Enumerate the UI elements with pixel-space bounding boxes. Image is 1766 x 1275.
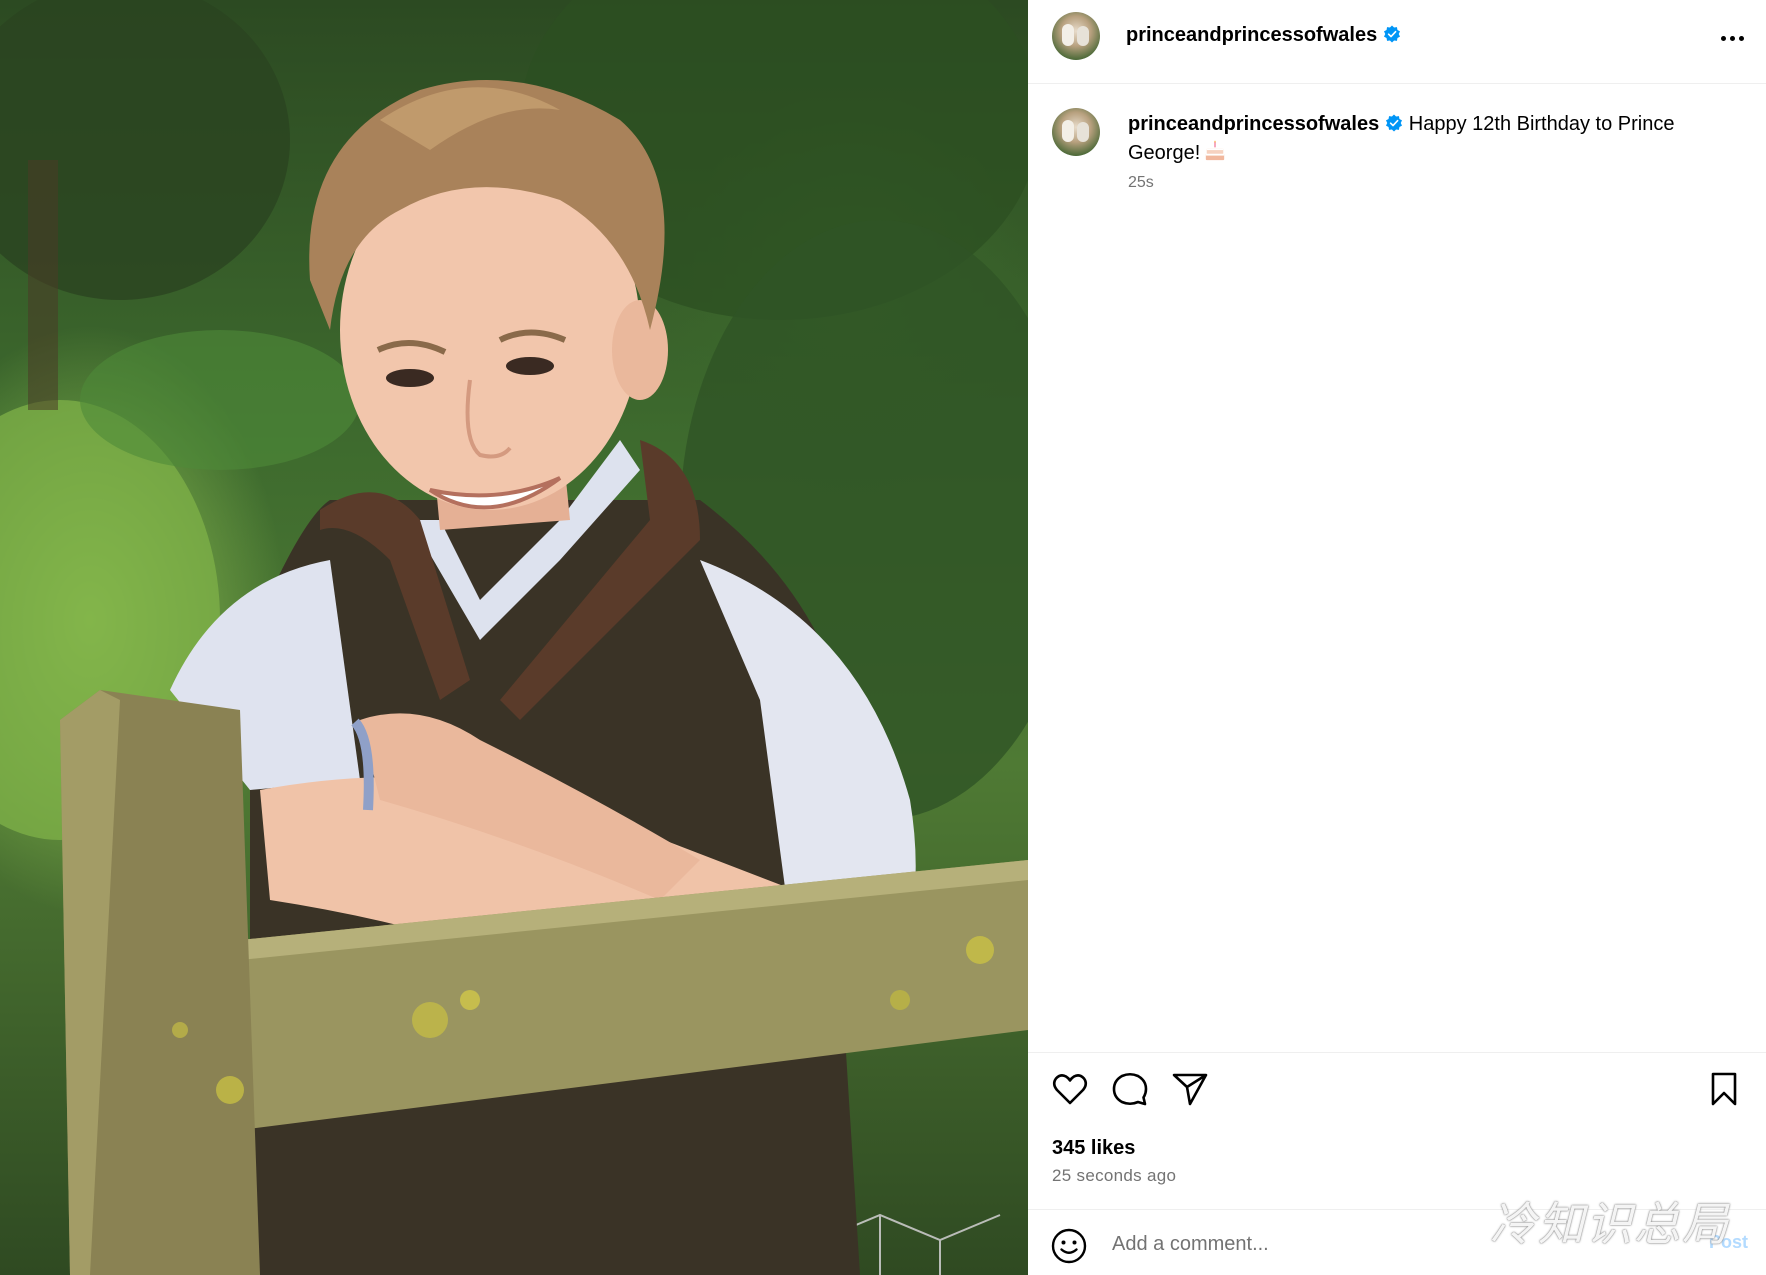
author-avatar[interactable] <box>1052 12 1100 60</box>
photo-illustration <box>0 0 1028 1275</box>
post-photo[interactable] <box>0 0 1028 1275</box>
heart-icon[interactable] <box>1050 1069 1090 1109</box>
watermark-text: 冷知识总局 <box>1490 1197 1730 1251</box>
author-username[interactable]: princeandprincessofwales <box>1126 24 1401 47</box>
caption-author-avatar[interactable] <box>1052 108 1100 156</box>
likes-count[interactable]: 345 likes <box>1052 1137 1135 1160</box>
paper-plane-icon[interactable] <box>1170 1069 1210 1109</box>
birthday-cake-icon <box>1206 140 1225 161</box>
author-username-text[interactable]: princeandprincessofwales <box>1126 24 1377 46</box>
caption-username[interactable]: princeandprincessofwales <box>1128 113 1379 135</box>
post-timestamp: 25 seconds ago <box>1052 1166 1177 1185</box>
verified-badge-icon <box>1384 25 1401 43</box>
verified-badge-icon <box>1386 114 1403 132</box>
more-options-icon[interactable] <box>1714 24 1750 52</box>
bookmark-icon[interactable] <box>1704 1069 1744 1109</box>
caption-timestamp[interactable]: 25s <box>1128 174 1154 192</box>
smiley-icon[interactable] <box>1050 1227 1088 1265</box>
action-bar: 345 likes 25 seconds ago <box>1028 1052 1766 1209</box>
caption-section: princeandprincessofwales Happy 12th Birt… <box>1028 84 1766 1052</box>
caption: princeandprincessofwales Happy 12th Birt… <box>1128 110 1728 168</box>
post-details-panel: princeandprincessofwales princeandprince… <box>1028 0 1766 1275</box>
comment-icon[interactable] <box>1110 1069 1150 1109</box>
post-header: princeandprincessofwales <box>1028 0 1766 84</box>
